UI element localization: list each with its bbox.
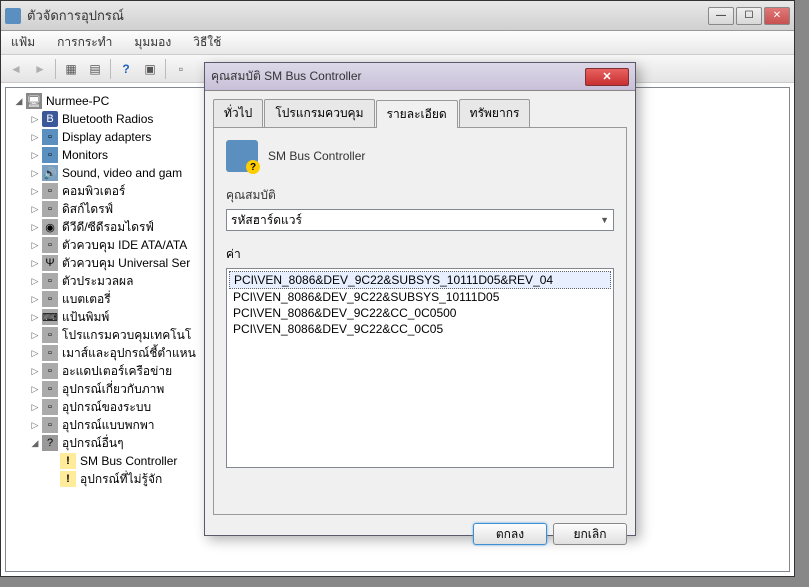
menu-file[interactable]: แฟ้ม [7,31,39,54]
cpu-icon: ▫ [42,273,58,289]
minimize-button[interactable]: — [708,7,734,25]
dvd-icon: ◉ [42,219,58,235]
device-name: SM Bus Controller [268,149,365,163]
menu-view[interactable]: มุมมอง [130,31,175,54]
network-icon: ▫ [42,363,58,379]
expand-icon[interactable]: ▷ [28,222,42,233]
value-label: ค่า [226,245,614,264]
expand-icon[interactable]: ▷ [28,114,42,125]
sound-icon: 🔊 [42,165,58,181]
toolbar-btn-2[interactable]: ▤ [84,58,106,80]
dialog-close-button[interactable]: ✕ [585,68,629,86]
dialog-title: คุณสมบัติ SM Bus Controller [211,67,585,86]
tab-driver[interactable]: โปรแกรมควบคุม [264,99,374,127]
keyboard-icon: ⌨ [42,309,58,325]
value-listbox[interactable]: PCI\VEN_8086&DEV_9C22&SUBSYS_10111D05&RE… [226,268,614,468]
expand-icon[interactable]: ▷ [28,240,42,251]
menubar: แฟ้ม การกระทำ มุมมอง วิธีใช้ [1,31,794,55]
list-item[interactable]: PCI\VEN_8086&DEV_9C22&SUBSYS_10111D05 [229,289,611,305]
help-button[interactable]: ? [115,58,137,80]
battery-icon: ▫ [42,291,58,307]
menu-action[interactable]: การกระทำ [53,31,116,54]
property-value: รหัสฮาร์ดแวร์ [231,211,302,230]
expand-icon[interactable]: ▷ [28,132,42,143]
display-icon: ▫ [42,129,58,145]
window-title: ตัวจัดการอุปกรณ์ [27,5,708,26]
expand-icon[interactable]: ▷ [28,204,42,215]
toolbar-btn-4[interactable]: ▫ [170,58,192,80]
device-icon [226,140,258,172]
cancel-button[interactable]: ยกเลิก [553,523,627,545]
expand-icon[interactable]: ▷ [28,276,42,287]
back-button[interactable]: ◄ [5,58,27,80]
titlebar[interactable]: ตัวจัดการอุปกรณ์ — ☐ ✕ [1,1,794,31]
expand-icon[interactable]: ▷ [28,402,42,413]
warning-icon [60,453,76,469]
expand-icon[interactable]: ▷ [28,384,42,395]
portable-icon: ▫ [42,417,58,433]
property-select[interactable]: รหัสฮาร์ดแวร์ ▼ [226,209,614,231]
pc-icon: 🖥 [26,93,42,109]
menu-help[interactable]: วิธีใช้ [189,31,225,54]
expand-icon[interactable]: ▷ [28,348,42,359]
list-item[interactable]: PCI\VEN_8086&DEV_9C22&CC_0C05 [229,321,611,337]
list-item[interactable]: PCI\VEN_8086&DEV_9C22&CC_0C0500 [229,305,611,321]
tab-content: SM Bus Controller คุณสมบัติ รหัสฮาร์ดแวร… [213,127,627,515]
expand-icon[interactable]: ▷ [28,312,42,323]
expand-icon[interactable]: ▷ [28,150,42,161]
collapse-icon[interactable]: ◢ [12,96,26,107]
expand-icon[interactable]: ▷ [28,330,42,341]
app-icon [5,8,21,24]
expand-icon[interactable]: ▷ [28,168,42,179]
ok-button[interactable]: ตกลง [473,523,547,545]
ide-icon: ▫ [42,237,58,253]
maximize-button[interactable]: ☐ [736,7,762,25]
toolbar-btn-3[interactable]: ▣ [139,58,161,80]
bluetooth-icon: B [42,111,58,127]
monitor-icon: ▫ [42,147,58,163]
other-icon: ? [42,435,58,451]
expand-icon[interactable]: ▷ [28,366,42,377]
expand-icon[interactable]: ▷ [28,186,42,197]
expand-icon[interactable]: ▷ [28,294,42,305]
properties-dialog: คุณสมบัติ SM Bus Controller ✕ ทั่วไป โปร… [204,62,636,536]
usb-icon: Ψ [42,255,58,271]
driver-icon: ▫ [42,327,58,343]
tab-row: ทั่วไป โปรแกรมควบคุม รายละเอียด ทรัพยากร [205,91,635,127]
imaging-icon: ▫ [42,381,58,397]
toolbar-btn-1[interactable]: ▦ [60,58,82,80]
close-button[interactable]: ✕ [764,7,790,25]
collapse-icon[interactable]: ◢ [28,438,42,449]
forward-button[interactable]: ► [29,58,51,80]
tab-general[interactable]: ทั่วไป [213,99,263,127]
chevron-down-icon: ▼ [600,215,609,225]
expand-icon[interactable]: ▷ [28,258,42,269]
warning-icon [60,471,76,487]
system-icon: ▫ [42,399,58,415]
expand-icon[interactable]: ▷ [28,420,42,431]
property-label: คุณสมบัติ [226,186,614,205]
computer-icon: ▫ [42,183,58,199]
disk-icon: ▫ [42,201,58,217]
mouse-icon: ▫ [42,345,58,361]
list-item[interactable]: PCI\VEN_8086&DEV_9C22&SUBSYS_10111D05&RE… [229,271,611,289]
tab-details[interactable]: รายละเอียด [376,100,458,128]
tab-resources[interactable]: ทรัพยากร [459,99,531,127]
dialog-titlebar[interactable]: คุณสมบัติ SM Bus Controller ✕ [205,63,635,91]
